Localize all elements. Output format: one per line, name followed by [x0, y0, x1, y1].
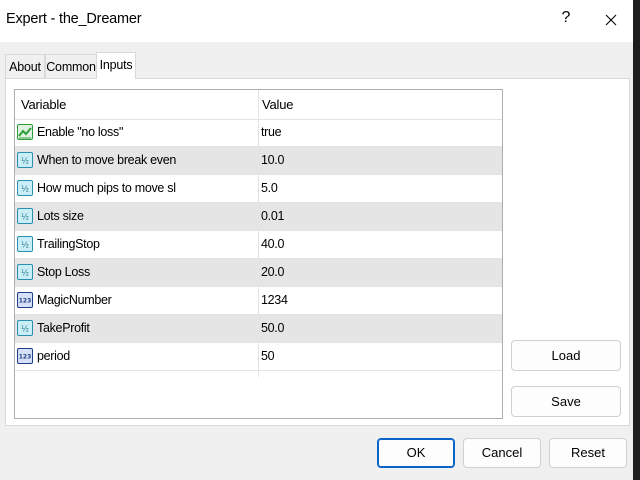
tab-common[interactable]: Common	[45, 54, 97, 78]
variable-value[interactable]: 5.0	[261, 181, 278, 195]
reset-button[interactable]: Reset	[549, 438, 627, 468]
variable-value[interactable]: 50	[261, 349, 275, 363]
variable-name: Enable "no loss"	[37, 125, 124, 139]
close-button[interactable]	[598, 8, 624, 34]
variable-name: period	[37, 349, 70, 363]
save-button[interactable]: Save	[511, 386, 621, 417]
help-button[interactable]: ?	[556, 9, 576, 31]
tab-inputs[interactable]: Inputs	[96, 52, 136, 79]
svg-text:½: ½	[21, 241, 29, 250]
variable-name: MagicNumber	[37, 293, 112, 307]
double-icon: ½	[17, 236, 33, 252]
variable-value[interactable]: 20.0	[261, 265, 284, 279]
window-title: Expert - the_Dreamer	[6, 11, 142, 27]
load-button[interactable]: Load	[511, 340, 621, 371]
table-row[interactable]: ½ Lots size 0.01	[15, 203, 502, 231]
svg-text:½: ½	[21, 269, 29, 278]
variable-name: When to move break even	[37, 153, 177, 167]
inputs-grid: Variable Value Enable "no loss" true ½ W…	[14, 89, 503, 419]
variable-name: TakeProfit	[37, 321, 90, 335]
close-icon	[605, 14, 617, 26]
variable-value[interactable]: true	[261, 125, 282, 139]
window-edge	[633, 0, 640, 480]
double-icon: ½	[17, 208, 33, 224]
svg-text:½: ½	[21, 157, 29, 166]
table-row[interactable]: ½ How much pips to move sl 5.0	[15, 175, 502, 203]
table-row[interactable]: Enable "no loss" true	[15, 119, 502, 147]
variable-name: Lots size	[37, 209, 84, 223]
column-header-value[interactable]: Value	[262, 97, 293, 112]
table-row[interactable]: 123 MagicNumber 1234	[15, 287, 502, 315]
table-row[interactable]: ½ TrailingStop 40.0	[15, 231, 502, 259]
variable-name: Stop Loss	[37, 265, 90, 279]
integer-icon: 123	[17, 348, 33, 364]
variable-value[interactable]: 1234	[261, 293, 288, 307]
variable-value[interactable]: 10.0	[261, 153, 284, 167]
variable-value[interactable]: 0.01	[261, 209, 284, 223]
svg-text:½: ½	[21, 325, 29, 334]
tab-about[interactable]: About	[5, 54, 45, 78]
double-icon: ½	[17, 320, 33, 336]
svg-text:123: 123	[19, 298, 32, 305]
integer-icon: 123	[17, 292, 33, 308]
ok-button[interactable]: OK	[377, 438, 455, 468]
table-row[interactable]: ½ TakeProfit 50.0	[15, 315, 502, 343]
svg-text:123: 123	[19, 354, 32, 361]
double-icon: ½	[17, 264, 33, 280]
table-row[interactable]: ½ Stop Loss 20.0	[15, 259, 502, 287]
toggle-icon	[17, 124, 33, 140]
title-bar: Expert - the_Dreamer ?	[0, 0, 640, 42]
column-header-variable[interactable]: Variable	[21, 97, 66, 112]
variable-name: How much pips to move sl	[37, 181, 176, 195]
variable-value[interactable]: 50.0	[261, 321, 284, 335]
double-icon: ½	[17, 180, 33, 196]
svg-text:½: ½	[21, 213, 29, 222]
table-row[interactable]: 123 period 50	[15, 343, 502, 371]
svg-text:½: ½	[21, 185, 29, 194]
table-row[interactable]: ½ When to move break even 10.0	[15, 147, 502, 175]
double-icon: ½	[17, 152, 33, 168]
variable-value[interactable]: 40.0	[261, 237, 284, 251]
cancel-button[interactable]: Cancel	[463, 438, 541, 468]
variable-name: TrailingStop	[37, 237, 100, 251]
